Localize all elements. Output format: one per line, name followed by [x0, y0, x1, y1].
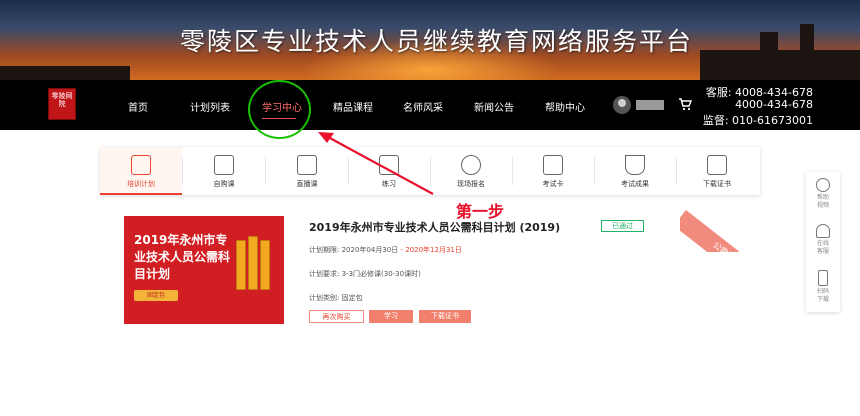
period-label: 计划期限:	[309, 246, 342, 254]
tool-label: 扫码下载	[816, 288, 829, 303]
online-service-tool[interactable]: 在线客服	[806, 224, 840, 256]
plan-cover-title: 2019年永州市专业技术人员公需科目计划	[134, 233, 231, 281]
tool-label: 帮助视频	[816, 194, 829, 209]
book-illustration	[248, 236, 258, 290]
headset-icon	[816, 224, 830, 238]
category-ribbon: 公需课	[680, 210, 760, 252]
plan-requirement: 计划要求: 3-3门必修课(30-30课时)	[309, 270, 421, 278]
study-button[interactable]: 学习	[369, 310, 413, 323]
phone-icon	[818, 270, 828, 286]
period-end: 2020年12月31日	[405, 246, 462, 254]
side-toolbar: 帮助视频 在线客服 扫码下载	[806, 172, 840, 312]
tool-label: 在线客服	[816, 240, 829, 255]
plan-cover-image[interactable]: 2019年永州市专业技术人员公需科目计划 固定包	[124, 216, 284, 324]
play-circle-icon	[816, 178, 830, 192]
rebuy-button[interactable]: 再次购买	[309, 310, 364, 323]
plan-category: 计划类别: 固定包	[309, 294, 363, 302]
book-illustration	[260, 240, 270, 290]
scan-download-tool[interactable]: 扫码下载	[806, 270, 840, 304]
plan-title[interactable]: 2019年永州市专业技术人员公需科目计划 (2019)	[309, 219, 560, 235]
plan-cover-badge: 固定包	[134, 290, 178, 301]
download-certificate-button[interactable]: 下载证书	[419, 310, 471, 323]
book-illustration	[236, 240, 246, 290]
category-corner-tag: 公需课	[680, 202, 760, 252]
status-badge: 已通过	[601, 220, 644, 232]
plan-period: 计划期限: 2020年04月30日 - 2020年12月31日	[309, 245, 462, 255]
help-video-tool[interactable]: 帮助视频	[806, 178, 840, 210]
period-start: 2020年04月30日	[341, 246, 399, 254]
